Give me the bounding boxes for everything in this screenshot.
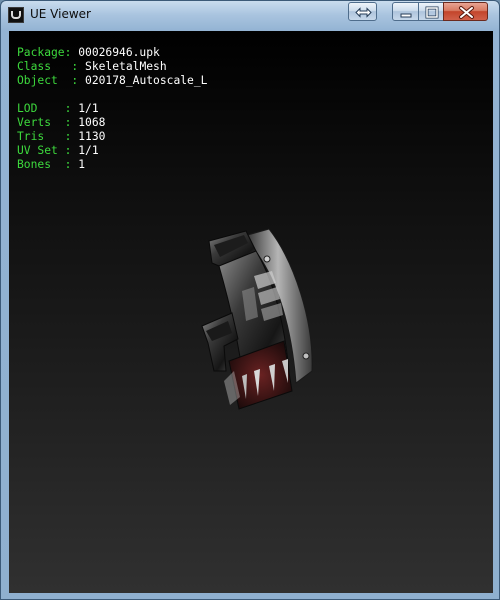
package-row: Package: 00026946.upk [17,46,160,59]
verts-label: Verts [17,116,52,129]
app-window: UE Viewer Package: 00026946.upk Class: … [0,0,500,600]
class-row: Class : SkeletalMesh [17,60,167,73]
lod-value: 1/1 [78,102,99,115]
lod-row: LOD : 1/1 [17,102,99,115]
close-icon [459,6,474,19]
3d-viewport[interactable]: Package: 00026946.upk Class : SkeletalMe… [9,31,493,593]
maximize-icon [425,6,439,19]
uvset-label: UV Set [17,144,58,157]
resize-button[interactable] [348,2,377,21]
class-value: SkeletalMesh [85,60,167,73]
close-button[interactable] [443,2,488,21]
minimize-button[interactable] [392,2,419,21]
tris-value: 1130 [78,130,106,143]
bones-value: 1 [78,158,86,171]
lod-label: LOD [17,102,38,115]
maximize-button[interactable] [418,2,444,21]
uvset-row: UV Set : 1/1 [17,144,99,157]
skeletal-mesh-model[interactable] [184,221,324,411]
object-row: Object : 020178_Autoscale_L [17,74,208,87]
class-label: Class [17,60,52,73]
mesh-info-panel: Package: 00026946.upk Class : SkeletalMe… [17,46,207,172]
verts-row: Verts : 1068 [17,116,106,129]
object-value: 020178_Autoscale_L [85,74,208,87]
tris-label: Tris [17,130,45,143]
bones-row: Bones : 1 [17,158,86,171]
tris-row: Tris : 1130 [17,130,106,143]
ue-logo-icon[interactable] [8,7,24,23]
object-label: Object [17,74,58,87]
package-label: Package [17,46,65,59]
uvset-value: 1/1 [78,144,99,157]
double-arrow-icon [355,7,372,18]
minimize-icon [400,13,412,18]
title-bar[interactable]: UE Viewer [1,1,499,30]
package-value: 00026946.upk [78,46,160,59]
window-title: UE Viewer [30,7,91,21]
bones-label: Bones [17,158,52,171]
verts-value: 1068 [78,116,106,129]
